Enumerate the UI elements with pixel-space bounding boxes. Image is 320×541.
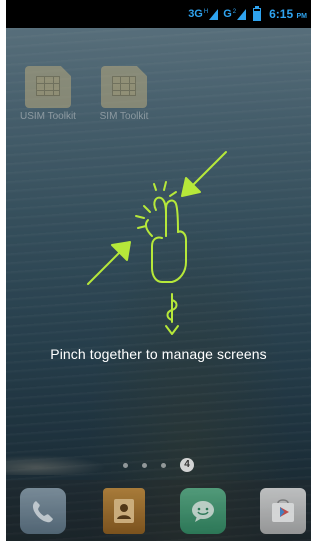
arrow-up-right-icon xyxy=(87,241,131,285)
play-store-app-icon[interactable] xyxy=(260,488,306,534)
page-indicator: 4 xyxy=(6,458,311,472)
tutorial-hint-text: Pinch together to manage screens xyxy=(50,346,267,362)
page-dot[interactable] xyxy=(123,462,128,468)
phone-app-icon[interactable] xyxy=(20,488,66,534)
phone-icon xyxy=(32,501,53,523)
current-page-indicator[interactable]: 4 xyxy=(180,458,194,472)
contacts-icon xyxy=(114,499,134,523)
arrow-down-left-icon xyxy=(181,151,227,197)
swipe-down-icon xyxy=(165,293,179,335)
dock xyxy=(6,480,311,541)
page-dot[interactable] xyxy=(142,462,147,468)
contacts-app-icon[interactable] xyxy=(103,488,145,534)
messaging-icon xyxy=(192,501,214,522)
pinching-hand-icon xyxy=(135,181,187,283)
play-store-icon xyxy=(272,499,294,522)
messaging-app-icon[interactable] xyxy=(180,488,226,534)
phone-screen: 3G H G 2 6:15 PM USIM Toolkit SIM Toolki… xyxy=(6,0,311,541)
page-dot[interactable] xyxy=(161,462,166,468)
